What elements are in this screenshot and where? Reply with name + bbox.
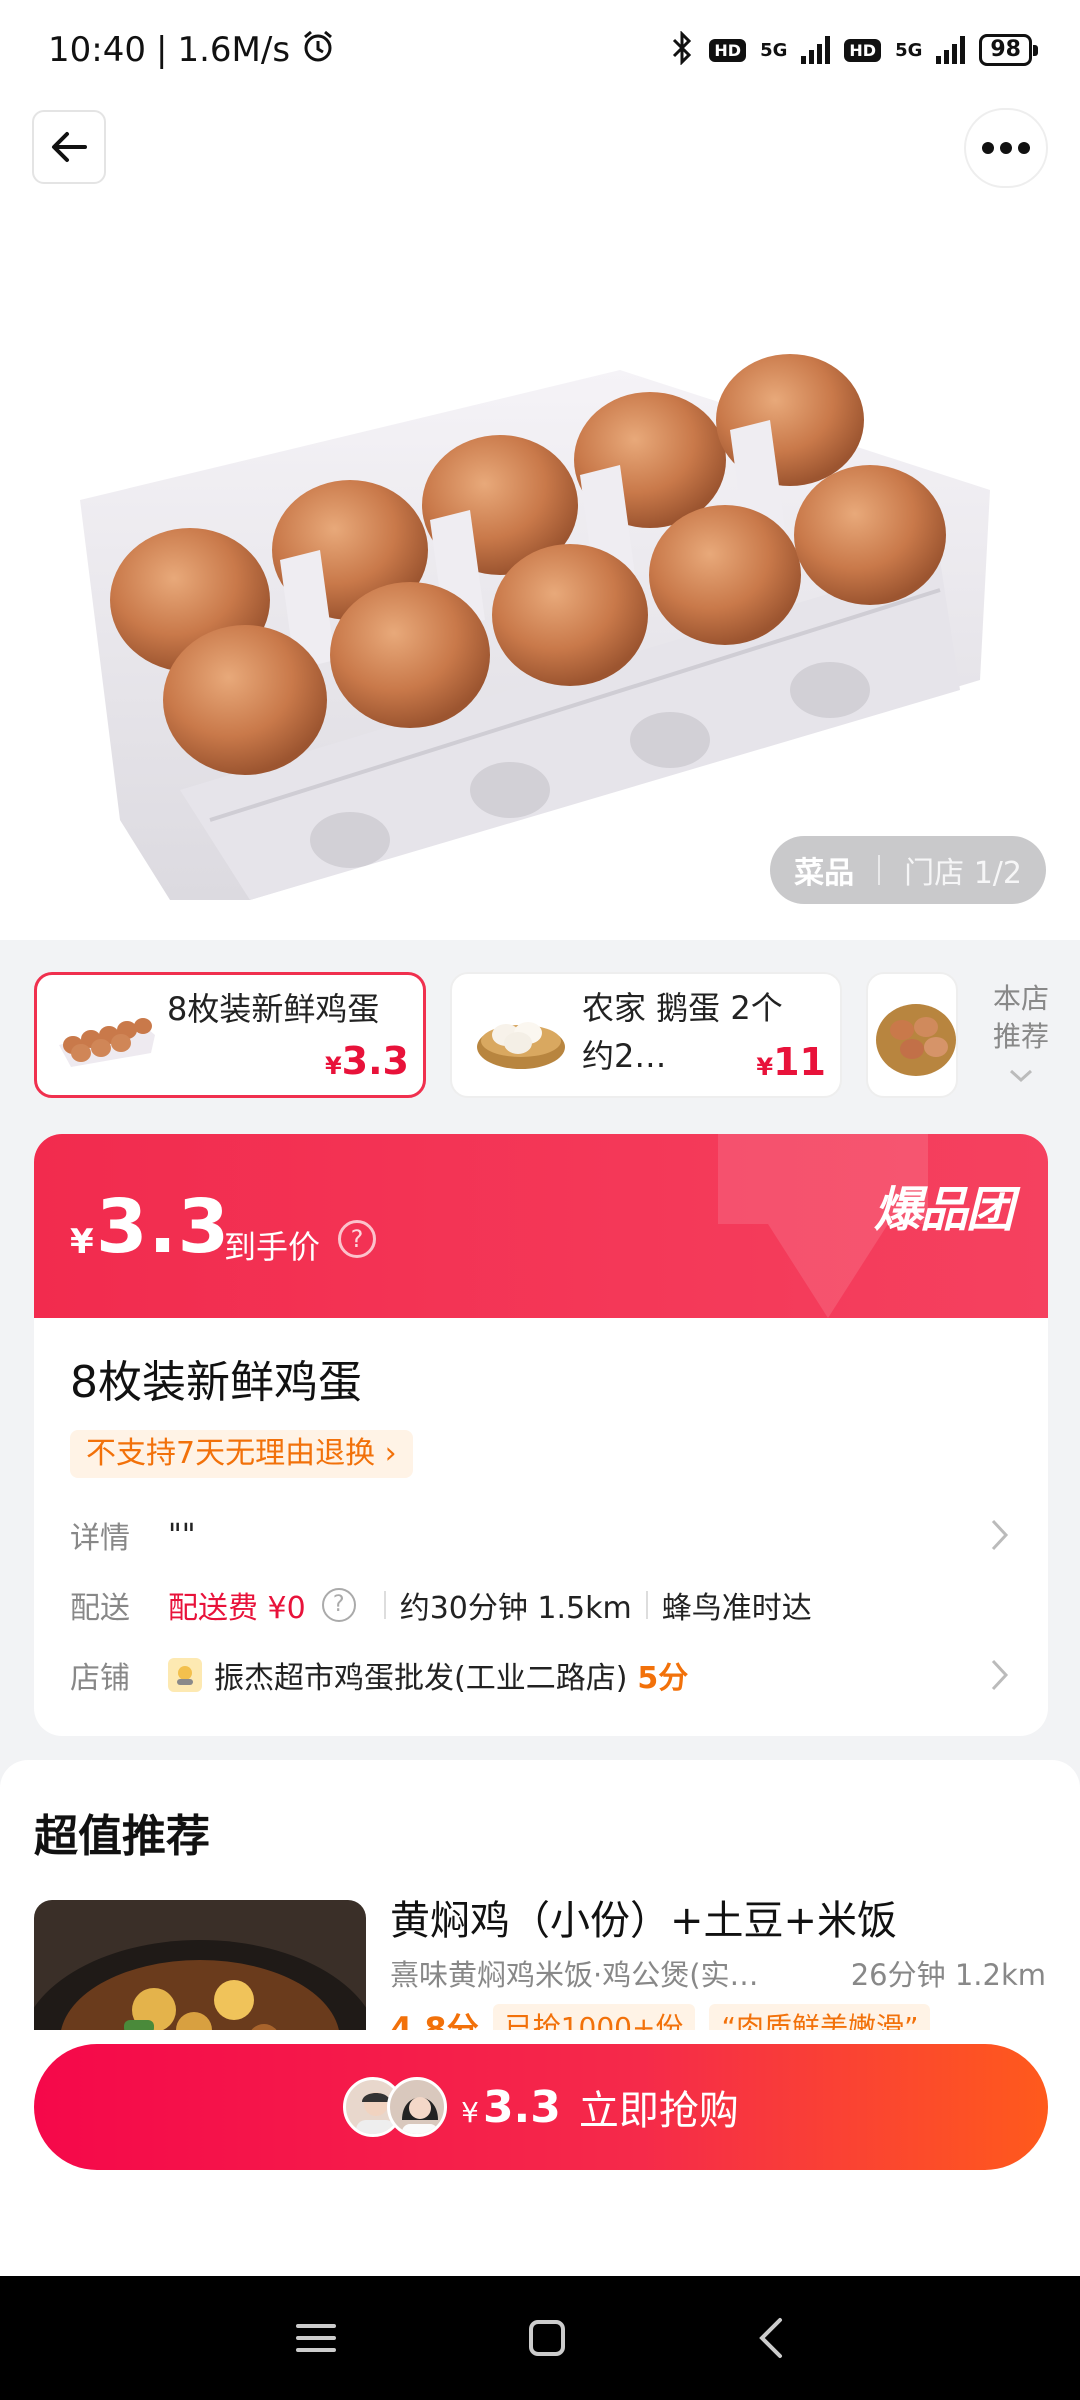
chevron-right-icon: ›	[384, 1436, 397, 1471]
recommend-item-score: 4.8分	[390, 2010, 479, 2030]
detail-label: 详情	[70, 1521, 130, 1556]
shop-name: 振杰超市鸡蛋批发(工业二路店)	[214, 1661, 628, 1696]
variant-thumbnail	[477, 1022, 565, 1069]
status-time: 10:40	[48, 30, 146, 70]
recommend-item-meta: 26分钟 1.2km	[850, 1958, 1046, 1992]
shop-label: 店铺	[70, 1661, 130, 1696]
network-speed: 1.6M/s	[177, 30, 291, 70]
help-icon[interactable]: ?	[338, 1220, 376, 1258]
detail-value: ""	[168, 1517, 196, 1553]
store-recommend-toggle[interactable]: 本店推荐	[986, 980, 1056, 1094]
more-button[interactable]	[964, 108, 1048, 188]
recommendations-section: 超值推荐 黄焖鸡（小份）+土豆+米饭 熹味黄焖鸡米饭·鸡公煲(实… 26分钟 1…	[0, 1760, 1080, 2030]
gallery-tabs[interactable]: 菜品 门店 1/2	[770, 836, 1046, 904]
deal-price-banner: ¥ 3.3 到手价 ? 爆品团	[34, 1134, 1048, 1318]
food-image	[34, 1900, 366, 2030]
purchase-bar: ¥ 3.3 立即抢购	[0, 2030, 1080, 2276]
product-gallery[interactable]: 菜品 门店 1/2	[0, 100, 1080, 940]
chevron-down-icon	[1009, 1069, 1033, 1083]
buy-label: 立即抢购	[578, 2088, 739, 2134]
recommend-item-tags: 4.8分 已抢1000+份 “肉质鲜美嫩滑”	[390, 2004, 931, 2030]
recommend-item-name[interactable]: 黄焖鸡（小份）+土豆+米饭	[390, 1888, 897, 1946]
battery-indicator: 98	[979, 34, 1038, 66]
egg-carton-image	[80, 354, 990, 900]
product-title: 8枚装新鲜鸡蛋	[70, 1357, 362, 1408]
delivery-label: 配送	[70, 1591, 130, 1626]
buyer-avatars	[343, 2077, 448, 2137]
product-card: ¥ 3.3 到手价 ? 爆品团 8枚装新鲜鸡蛋 不支持7天无理由退换 › 详情 …	[34, 1134, 1048, 1736]
variant-option-goose-eggs[interactable]: 农家 鹅蛋 2个 约2… ¥11	[450, 972, 842, 1098]
variant-price: ¥3.3	[324, 1039, 409, 1083]
back-icon[interactable]	[756, 2316, 786, 2360]
detail-row[interactable]: 详情 ""	[70, 1510, 1012, 1560]
alarm-icon	[300, 28, 336, 73]
bluetooth-icon	[669, 29, 695, 70]
shop-avatar-icon	[168, 1658, 202, 1692]
variant-option-eggs[interactable]: 8枚装新鲜鸡蛋 ¥3.3	[34, 972, 426, 1098]
more-dots-icon	[982, 142, 1030, 154]
deal-price: 3.3	[96, 1184, 231, 1270]
delivery-time: 约30分钟 1.5km	[399, 1591, 632, 1626]
variant-name: 8枚装新鲜鸡蛋	[167, 990, 380, 1028]
menu-icon[interactable]	[294, 2320, 338, 2356]
variant-thumbnail	[59, 1018, 155, 1067]
shop-score: 5分	[637, 1661, 689, 1696]
signal-icon	[936, 36, 966, 64]
delivery-fee: 配送费 ¥0	[168, 1591, 306, 1626]
buy-currency: ¥	[461, 2095, 479, 2129]
variant-price: ¥11	[756, 1040, 826, 1084]
back-button[interactable]	[32, 110, 106, 184]
buy-now-button[interactable]: ¥ 3.3 立即抢购	[34, 2044, 1048, 2170]
chevron-right-icon	[991, 1659, 1009, 1691]
recommend-item-tag: “肉质鲜美嫩滑”	[709, 2004, 931, 2030]
back-arrow-icon	[52, 132, 87, 162]
tab-store[interactable]: 门店 1/2	[904, 848, 1022, 892]
return-policy-badge[interactable]: 不支持7天无理由退换 ›	[70, 1430, 413, 1478]
variant-selector: 8枚装新鲜鸡蛋 ¥3.3 农家 鹅蛋 2个 约2… ¥11 本店推荐	[0, 940, 1080, 1140]
avatar	[387, 2077, 448, 2137]
recommend-item-shop: 熹味黄焖鸡米饭·鸡公煲(实…	[390, 1958, 759, 1992]
recommend-item-image[interactable]	[34, 1900, 366, 2030]
home-icon[interactable]	[527, 2318, 567, 2358]
buy-price: 3.3	[482, 2081, 561, 2133]
help-icon[interactable]: ?	[321, 1588, 356, 1622]
network-type: 5G	[760, 39, 788, 61]
delivery-row: 配送 配送费 ¥0 ? 约30分钟 1.5km 蜂鸟准时达	[70, 1580, 1012, 1630]
section-title: 超值推荐	[34, 1811, 210, 1862]
network-type: 5G	[895, 39, 923, 61]
variant-thumbnail	[876, 1004, 956, 1076]
tab-dish[interactable]: 菜品	[794, 848, 854, 892]
price-currency: ¥	[70, 1222, 94, 1262]
status-bar: 10:40 | 1.6M/s HD 5G HD 5G 98	[0, 0, 1080, 100]
recommend-item-tag: 已抢1000+份	[492, 2004, 696, 2030]
shop-row[interactable]: 店铺 振杰超市鸡蛋批发(工业二路店) 5分	[70, 1650, 1012, 1700]
chevron-right-icon	[991, 1519, 1009, 1551]
delivery-service: 蜂鸟准时达	[661, 1591, 812, 1626]
signal-icon	[801, 36, 831, 64]
system-nav-bar	[0, 2276, 1080, 2400]
hd-badge: HD	[709, 38, 747, 62]
price-tag: 到手价	[224, 1228, 321, 1266]
hd-badge: HD	[844, 38, 882, 62]
variant-option-more[interactable]	[866, 972, 958, 1098]
brand-logo: 爆品团	[873, 1182, 1014, 1238]
